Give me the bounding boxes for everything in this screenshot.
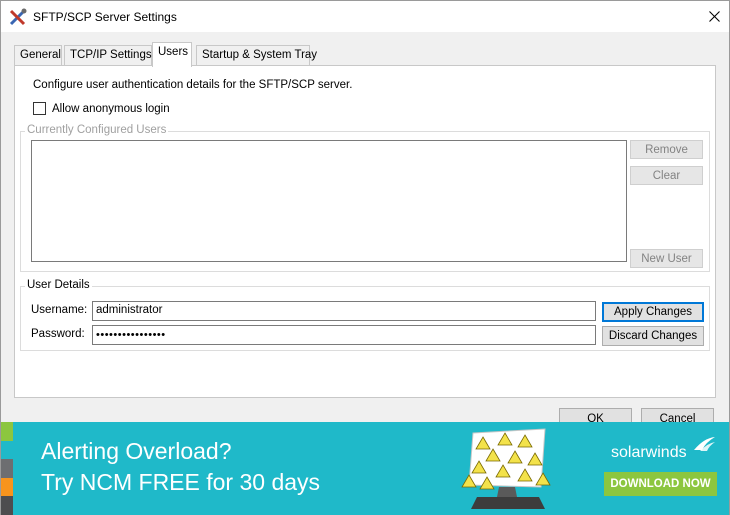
banner-subheadline: Try NCM FREE for 30 days <box>41 469 321 495</box>
password-label: Password: <box>31 328 85 340</box>
remove-button[interactable]: Remove <box>630 140 703 159</box>
ad-banner[interactable]: Alerting Overload? Try NCM FREE for 30 d… <box>1 422 729 515</box>
clear-button[interactable]: Clear <box>630 166 703 185</box>
password-field[interactable]: •••••••••••••••• <box>92 325 596 345</box>
title-bar: SFTP/SCP Server Settings <box>1 1 729 32</box>
configured-users-group: Currently Configured Users Remove Clear … <box>20 124 710 272</box>
tab-startup-system-tray[interactable]: Startup & System Tray <box>196 45 317 66</box>
close-icon <box>708 11 720 22</box>
solarwinds-logo: solarwinds <box>611 444 687 461</box>
allow-anonymous-label: Allow anonymous login <box>52 102 170 115</box>
tab-general[interactable]: General <box>14 45 62 66</box>
window-title: SFTP/SCP Server Settings <box>33 10 177 24</box>
user-details-group: User Details Username: administrator Pas… <box>20 279 710 351</box>
close-button[interactable] <box>699 1 729 32</box>
users-tab-page: Configure user authentication details fo… <box>14 65 716 398</box>
discard-changes-button[interactable]: Discard Changes <box>602 326 704 346</box>
checkbox-box[interactable] <box>33 102 46 115</box>
user-details-legend: User Details <box>25 279 92 291</box>
intro-text: Configure user authentication details fo… <box>33 79 353 91</box>
configured-users-legend: Currently Configured Users <box>25 124 169 136</box>
banner-headline: Alerting Overload? <box>41 438 232 464</box>
settings-dialog: SFTP/SCP Server Settings General TCP/IP … <box>0 0 730 515</box>
username-label: Username: <box>31 304 88 316</box>
apply-changes-button[interactable]: Apply Changes <box>602 302 704 322</box>
solarwinds-flare-icon <box>694 437 715 451</box>
warning-monitor-icon <box>461 428 551 509</box>
download-now-button[interactable]: DOWNLOAD NOW <box>604 472 717 496</box>
allow-anonymous-checkbox[interactable]: Allow anonymous login <box>33 102 170 115</box>
tab-users[interactable]: Users <box>152 42 192 67</box>
username-field[interactable]: administrator <box>92 301 596 321</box>
tab-tcpip-settings[interactable]: TCP/IP Settings <box>64 45 152 66</box>
new-user-button[interactable]: New User <box>630 249 703 268</box>
tools-icon <box>9 8 27 26</box>
banner-color-stripe <box>1 422 13 515</box>
users-listbox[interactable] <box>31 140 627 262</box>
